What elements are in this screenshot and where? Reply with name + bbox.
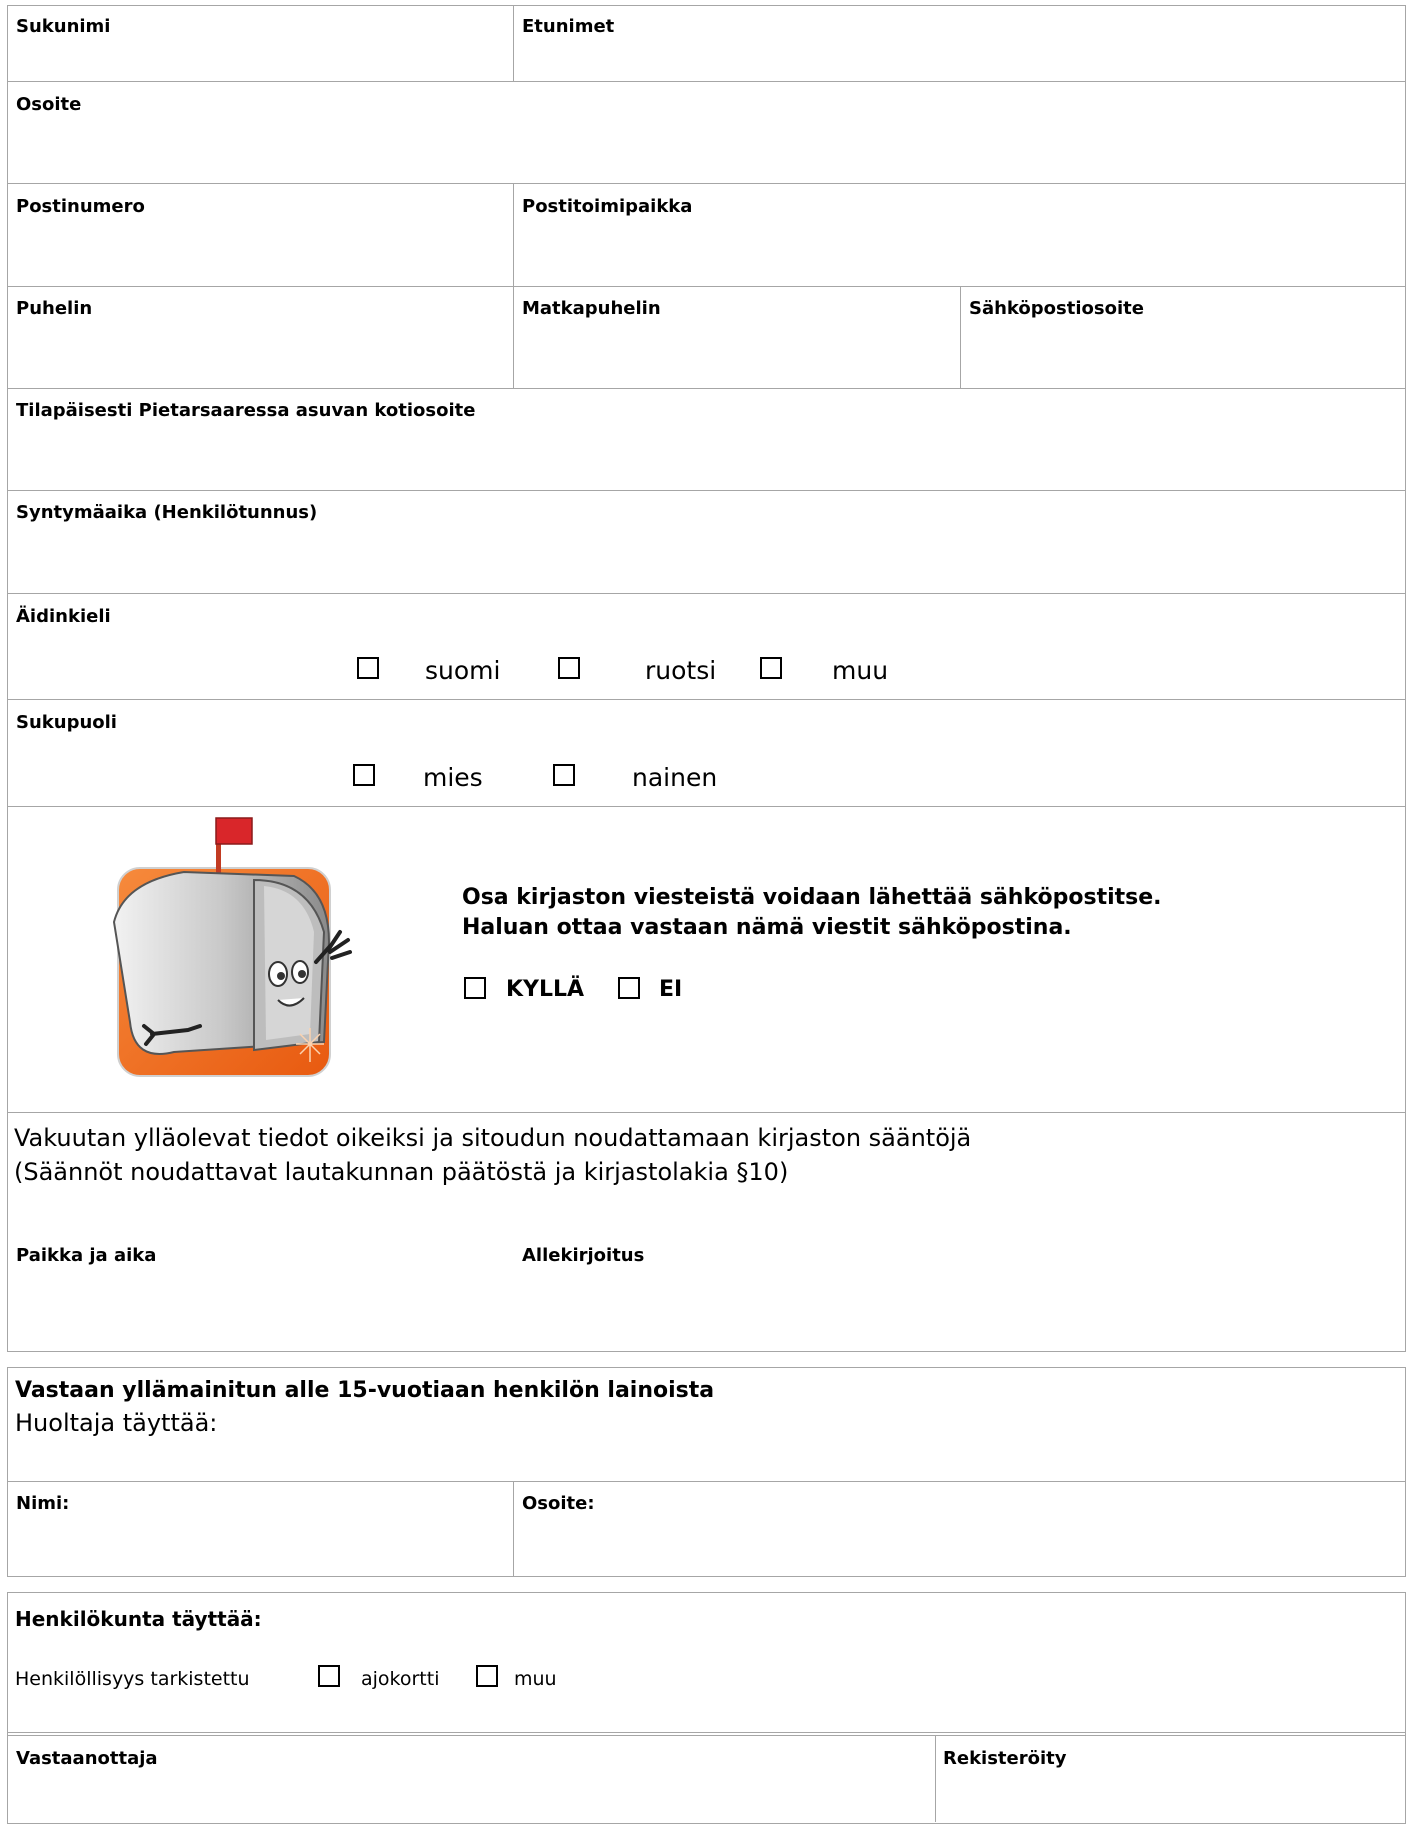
divider: [8, 593, 1405, 594]
email-field[interactable]: [961, 287, 1405, 388]
mobile-field[interactable]: [514, 287, 960, 388]
divider: [8, 806, 1405, 807]
suomi-checkbox[interactable]: [357, 657, 379, 679]
muu-option-label: muu: [832, 656, 889, 685]
kylla-checkbox[interactable]: [464, 977, 486, 999]
staff-heading: Henkilökunta täyttää:: [15, 1607, 262, 1631]
signature-label: Allekirjoitus: [522, 1245, 645, 1266]
nainen-option-label: nainen: [632, 763, 718, 792]
guardian-name-field[interactable]: [8, 1482, 513, 1576]
city-field[interactable]: [514, 184, 1405, 286]
mailbox-illustration: [104, 812, 364, 1080]
place-date-label: Paikka ja aika: [16, 1245, 157, 1266]
staff-muu-label: muu: [514, 1668, 557, 1690]
postcode-field[interactable]: [8, 184, 513, 286]
divider: [8, 1732, 1405, 1733]
kylla-label: KYLLÄ: [506, 977, 585, 1002]
address-field[interactable]: [8, 82, 1405, 183]
ei-label: EI: [659, 977, 683, 1002]
mies-checkbox[interactable]: [353, 764, 375, 786]
registered-field[interactable]: [936, 1736, 1405, 1822]
birthdate-field[interactable]: [8, 491, 1405, 593]
email-consent-line2: Haluan ottaa vastaan nämä viestit sähköp…: [462, 915, 1072, 940]
ruotsi-option-label: ruotsi: [645, 656, 717, 685]
ajokortti-label: ajokortti: [361, 1668, 440, 1690]
ajokortti-checkbox[interactable]: [318, 1665, 340, 1687]
place-date-field[interactable]: [8, 1270, 513, 1350]
firstnames-field[interactable]: [514, 6, 1405, 81]
mother-tongue-label: Äidinkieli: [16, 606, 111, 627]
surname-field[interactable]: [8, 6, 513, 81]
signature-field[interactable]: [514, 1270, 1405, 1350]
guardian-heading: Vastaan yllämainitun alle 15-vuotiaan he…: [15, 1378, 715, 1403]
mies-option-label: mies: [423, 763, 483, 792]
receiver-field[interactable]: [8, 1736, 935, 1822]
divider: [8, 1112, 1405, 1113]
declaration-line1: Vakuutan ylläolevat tiedot oikeiksi ja s…: [14, 1124, 972, 1152]
guardian-subheading: Huoltaja täyttää:: [15, 1409, 218, 1437]
ruotsi-checkbox[interactable]: [558, 657, 580, 679]
muu-checkbox[interactable]: [760, 657, 782, 679]
guardian-address-field[interactable]: [514, 1482, 1405, 1576]
staff-muu-checkbox[interactable]: [476, 1665, 498, 1687]
gender-label: Sukupuoli: [16, 712, 117, 733]
temp-address-field[interactable]: [8, 389, 1405, 490]
divider: [8, 699, 1405, 700]
id-checked-label: Henkilöllisyys tarkistettu: [15, 1668, 250, 1690]
phone-field[interactable]: [8, 287, 513, 388]
suomi-option-label: suomi: [425, 656, 501, 685]
ei-checkbox[interactable]: [618, 977, 640, 999]
nainen-checkbox[interactable]: [553, 764, 575, 786]
email-consent-line1: Osa kirjaston viesteistä voidaan lähettä…: [462, 885, 1162, 910]
declaration-line2: (Säännöt noudattavat lautakunnan päätöst…: [14, 1158, 789, 1186]
